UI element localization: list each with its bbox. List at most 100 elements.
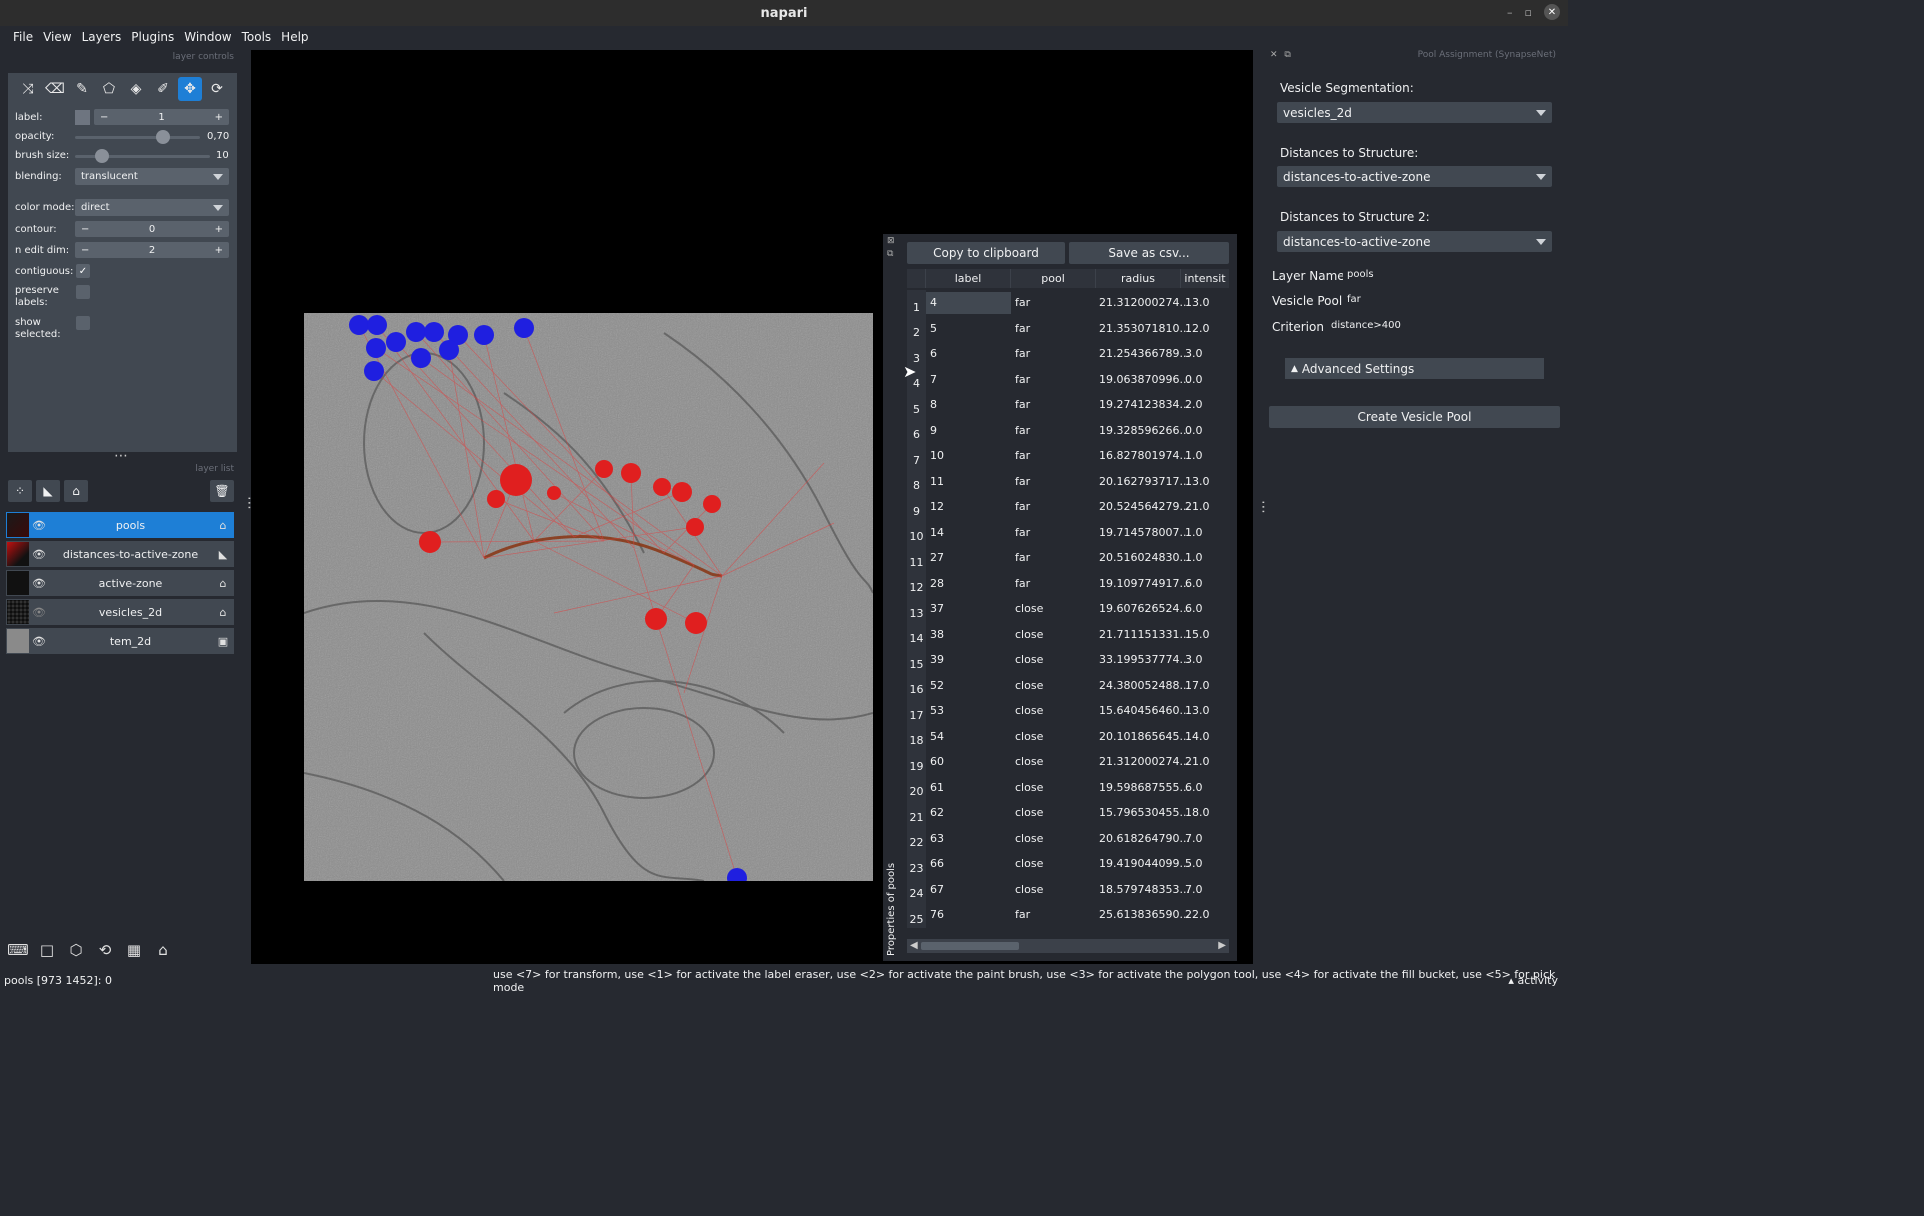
shuffle-colors-icon[interactable]: ⤨	[16, 77, 40, 101]
cell-radius[interactable]: 20.524564279...	[1096, 500, 1190, 513]
close-icon[interactable]: ✕	[1544, 4, 1560, 20]
cell-intensity[interactable]: 7.0	[1181, 832, 1229, 845]
table-row[interactable]: 8 11 far 20.162793717... 13.0	[907, 468, 1229, 494]
cell-intensity[interactable]: 2.0	[1181, 398, 1229, 411]
cell-radius[interactable]: 18.579748353...	[1096, 883, 1190, 896]
plus-icon[interactable]: +	[215, 224, 223, 235]
row-number[interactable]: 8	[907, 468, 926, 494]
label-spinbox[interactable]: − 1 +	[94, 109, 229, 125]
row-number[interactable]: 7	[907, 443, 926, 469]
cell-radius[interactable]: 19.109774917...	[1096, 577, 1190, 590]
roll-dims-icon[interactable]: ⬡	[64, 938, 88, 962]
scroll-right-icon[interactable]: ▶	[1218, 940, 1226, 951]
cell-intensity[interactable]: 1.0	[1181, 551, 1229, 564]
menu-window[interactable]: Window	[179, 30, 236, 44]
cell-radius[interactable]: 25.613836590...	[1096, 908, 1190, 921]
cell-label[interactable]: 52	[926, 679, 1011, 692]
cell-label[interactable]: 63	[926, 832, 1011, 845]
menu-view[interactable]: View	[38, 30, 76, 44]
cell-label[interactable]: 8	[926, 398, 1011, 411]
cell-intensity[interactable]: 3.0	[1181, 653, 1229, 666]
advanced-settings-toggle[interactable]: ▲ Advanced Settings	[1285, 358, 1544, 379]
show-selected-checkbox[interactable]	[76, 316, 90, 330]
vesicle-pool-input[interactable]: far	[1343, 290, 1557, 310]
row-number[interactable]: 23	[907, 851, 926, 877]
cell-intensity[interactable]: 0.0	[1181, 373, 1229, 386]
cell-label[interactable]: 11	[926, 475, 1011, 488]
float-icon[interactable]: ⧉	[1284, 50, 1290, 60]
column-header[interactable]: label	[926, 269, 1011, 288]
plus-icon[interactable]: +	[215, 245, 223, 256]
row-number[interactable]: 18	[907, 723, 926, 749]
new-points-layer-icon[interactable]: ⁘	[8, 480, 32, 502]
minus-icon[interactable]: −	[81, 224, 89, 235]
cell-intensity[interactable]: 21.0	[1181, 755, 1229, 768]
cell-radius[interactable]: 19.274123834...	[1096, 398, 1190, 411]
menu-layers[interactable]: Layers	[77, 30, 127, 44]
table-row[interactable]: 5 8 far 19.274123834... 2.0	[907, 392, 1229, 418]
table-row[interactable]: 21 62 close 15.796530455... 18.0	[907, 800, 1229, 826]
layer-item-pools[interactable]: 👁 pools ⌂	[6, 512, 234, 538]
table-row[interactable]: 22 63 close 20.618264790... 7.0	[907, 825, 1229, 851]
cell-label[interactable]: 62	[926, 806, 1011, 819]
ndisplay-2d-icon[interactable]: □	[35, 938, 59, 962]
table-row[interactable]: 7 10 far 16.827801974... 1.0	[907, 443, 1229, 469]
splitter-handle[interactable]: ⋯	[114, 448, 128, 464]
row-number[interactable]: 16	[907, 672, 926, 698]
cell-label[interactable]: 27	[926, 551, 1011, 564]
cell-intensity[interactable]: 6.0	[1181, 602, 1229, 615]
row-number[interactable]: 14	[907, 621, 926, 647]
create-vesicle-pool-button[interactable]: Create Vesicle Pool	[1269, 406, 1560, 428]
cell-pool[interactable]: close	[1011, 679, 1096, 692]
cell-intensity[interactable]: 6.0	[1181, 577, 1229, 590]
table-row[interactable]: 15 39 close 33.199537774... 3.0	[907, 647, 1229, 673]
cell-label[interactable]: 9	[926, 424, 1011, 437]
cell-radius[interactable]: 15.796530455...	[1096, 806, 1190, 819]
activity-button[interactable]: ▴ activity	[1508, 974, 1558, 987]
home-icon[interactable]: ⌂	[151, 938, 175, 962]
cell-intensity[interactable]: 1.0	[1181, 449, 1229, 462]
cell-intensity[interactable]: 18.0	[1181, 806, 1229, 819]
cell-radius[interactable]: 19.607626524...	[1096, 602, 1190, 615]
polygon-icon[interactable]: ⬠	[97, 77, 121, 101]
minimize-icon[interactable]: –	[1507, 6, 1513, 19]
cell-label[interactable]: 14	[926, 526, 1011, 539]
cell-pool[interactable]: far	[1011, 398, 1096, 411]
cell-intensity[interactable]: 6.0	[1181, 781, 1229, 794]
cell-intensity[interactable]: 1.0	[1181, 526, 1229, 539]
vesicle-segmentation-select[interactable]: vesicles_2d	[1277, 102, 1552, 123]
distances-structure-select[interactable]: distances-to-active-zone	[1277, 166, 1552, 187]
cell-pool[interactable]: close	[1011, 653, 1096, 666]
cell-radius[interactable]: 19.419044099...	[1096, 857, 1190, 870]
row-number[interactable]: 9	[907, 494, 926, 520]
cell-pool[interactable]: far	[1011, 322, 1096, 335]
color-mode-select[interactable]: direct	[75, 199, 229, 216]
minus-icon[interactable]: −	[100, 112, 108, 123]
horizontal-scrollbar[interactable]: ◀ ▶	[907, 939, 1229, 953]
row-number[interactable]: 20	[907, 774, 926, 800]
cell-label[interactable]: 5	[926, 322, 1011, 335]
cell-intensity[interactable]: 3.0	[1181, 347, 1229, 360]
table-row[interactable]: 19 60 close 21.312000274... 21.0	[907, 749, 1229, 775]
cell-pool[interactable]: close	[1011, 628, 1096, 641]
row-number[interactable]: 2	[907, 315, 926, 341]
cell-pool[interactable]: far	[1011, 424, 1096, 437]
cell-label[interactable]: 60	[926, 755, 1011, 768]
cell-label[interactable]: 67	[926, 883, 1011, 896]
cell-label[interactable]: 61	[926, 781, 1011, 794]
cell-label[interactable]: 6	[926, 347, 1011, 360]
cell-intensity[interactable]: 13.0	[1181, 475, 1229, 488]
criterion-input[interactable]: distance>400	[1327, 316, 1557, 336]
column-header[interactable]: pool	[1011, 269, 1096, 288]
row-number[interactable]: 6	[907, 417, 926, 443]
table-row[interactable]: 3 6 far 21.254366789... 3.0	[907, 341, 1229, 367]
cell-radius[interactable]: 21.254366789...	[1096, 347, 1190, 360]
opacity-slider[interactable]	[75, 136, 200, 139]
cell-intensity[interactable]: 22.0	[1181, 908, 1229, 921]
paint-brush-icon[interactable]: ✎	[70, 77, 94, 101]
cell-pool[interactable]: far	[1011, 449, 1096, 462]
corner-cell[interactable]	[907, 269, 926, 288]
table-row[interactable]: 1 4 far 21.312000274... 13.0	[907, 290, 1229, 316]
row-number[interactable]: 1	[907, 290, 926, 316]
cell-label[interactable]: 76	[926, 908, 1011, 921]
